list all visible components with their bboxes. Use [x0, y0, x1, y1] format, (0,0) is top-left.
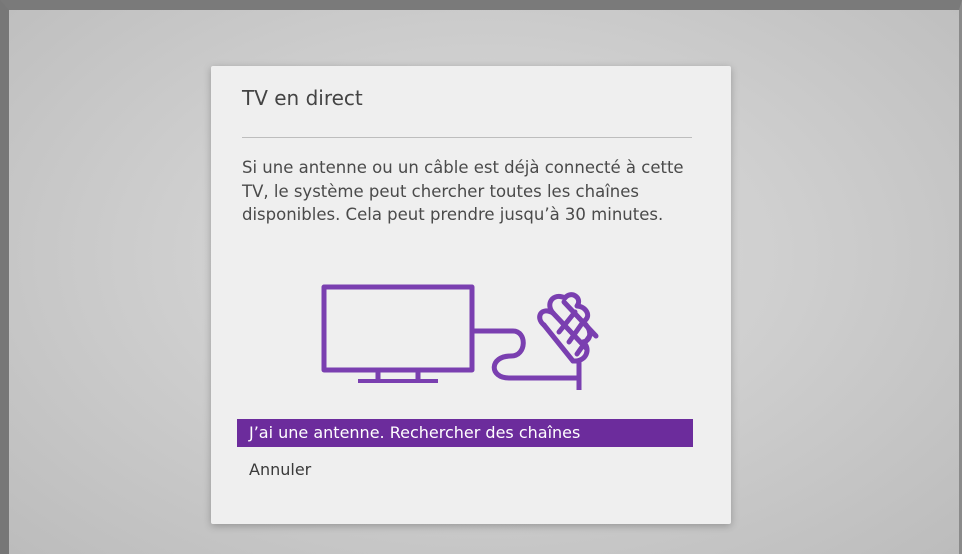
- tv-icon: [321, 284, 475, 383]
- scan-channels-button[interactable]: J’ai une antenne. Rechercher des chaînes: [237, 419, 693, 447]
- cancel-button[interactable]: Annuler: [237, 456, 437, 484]
- dialog-title: TV en direct: [242, 86, 363, 110]
- antenna-icon: [469, 292, 599, 390]
- tv-screen: TV en direct Si une antenne ou un câble …: [0, 0, 962, 554]
- dialog-description: Si une antenne ou un câble est déjà conn…: [242, 158, 684, 224]
- title-divider: [242, 137, 692, 138]
- tv-antenna-illustration: [321, 284, 599, 390]
- live-tv-dialog: TV en direct Si une antenne ou un câble …: [211, 66, 731, 524]
